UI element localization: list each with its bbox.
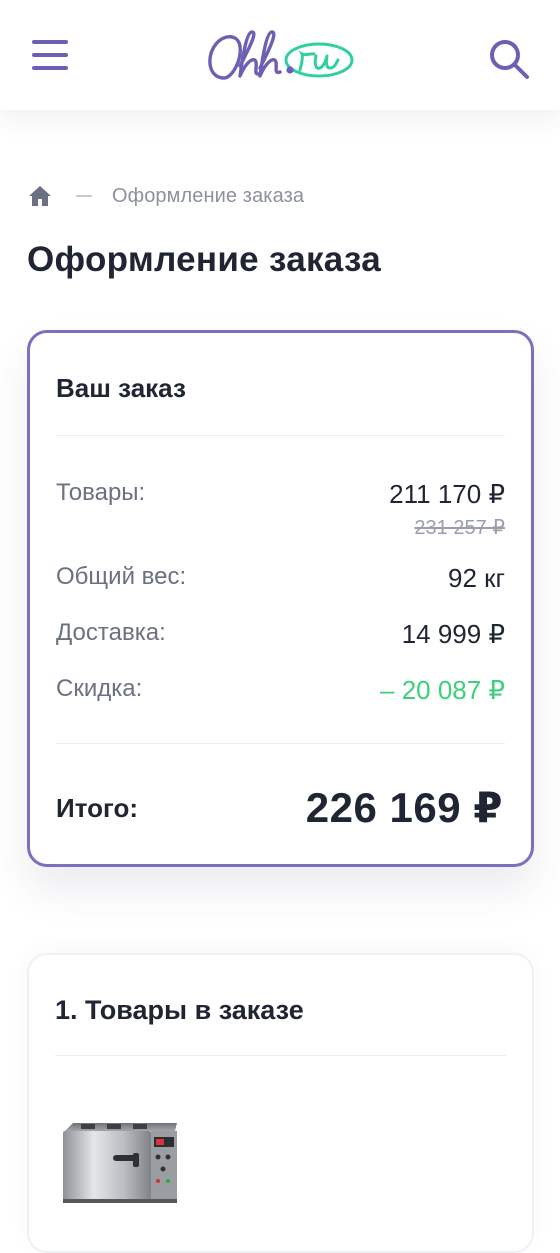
weight-value: 92 кг bbox=[447, 563, 505, 593]
delivery-value: 14 999 ₽ bbox=[401, 619, 505, 649]
delivery-label: Доставка: bbox=[56, 619, 166, 646]
order-summary-card: Ваш заказ Товары: 211 170 ₽ 231 257 ₽ Об… bbox=[27, 330, 534, 867]
divider bbox=[56, 435, 505, 436]
divider bbox=[56, 743, 505, 744]
site-header bbox=[0, 0, 560, 110]
order-items-card: 1. Товары в заказе bbox=[27, 953, 534, 1253]
goods-old-price: 231 257 ₽ bbox=[414, 517, 505, 539]
home-icon[interactable] bbox=[28, 184, 52, 208]
total-label: Итого: bbox=[56, 793, 138, 823]
breadcrumb: Оформление заказа bbox=[28, 182, 304, 210]
delivery-row: Доставка: 14 999 ₽ bbox=[56, 619, 505, 653]
discount-row: Скидка: – 20 087 ₽ bbox=[56, 675, 505, 709]
weight-row: Общий вес: 92 кг bbox=[56, 563, 505, 597]
total-value: 226 169 ₽ bbox=[305, 784, 503, 831]
discount-label: Скидка: bbox=[56, 675, 143, 702]
page-title: Оформление заказа bbox=[27, 240, 381, 279]
goods-row: Товары: 211 170 ₽ bbox=[56, 479, 505, 513]
breadcrumb-separator bbox=[76, 195, 92, 197]
weight-label: Общий вес: bbox=[56, 563, 187, 590]
hamburger-menu-icon[interactable] bbox=[30, 38, 72, 74]
product-oven-image[interactable] bbox=[59, 1119, 179, 1203]
goods-label: Товары: bbox=[56, 479, 146, 506]
order-items-title: 1. Товары в заказе bbox=[55, 995, 304, 1025]
order-summary-title: Ваш заказ bbox=[56, 373, 186, 403]
goods-value: 211 170 ₽ bbox=[389, 479, 505, 509]
breadcrumb-current: Оформление заказа bbox=[112, 184, 305, 207]
divider bbox=[55, 1055, 506, 1056]
search-icon[interactable] bbox=[486, 36, 532, 82]
site-logo[interactable] bbox=[202, 26, 362, 88]
discount-value: – 20 087 ₽ bbox=[380, 675, 505, 705]
